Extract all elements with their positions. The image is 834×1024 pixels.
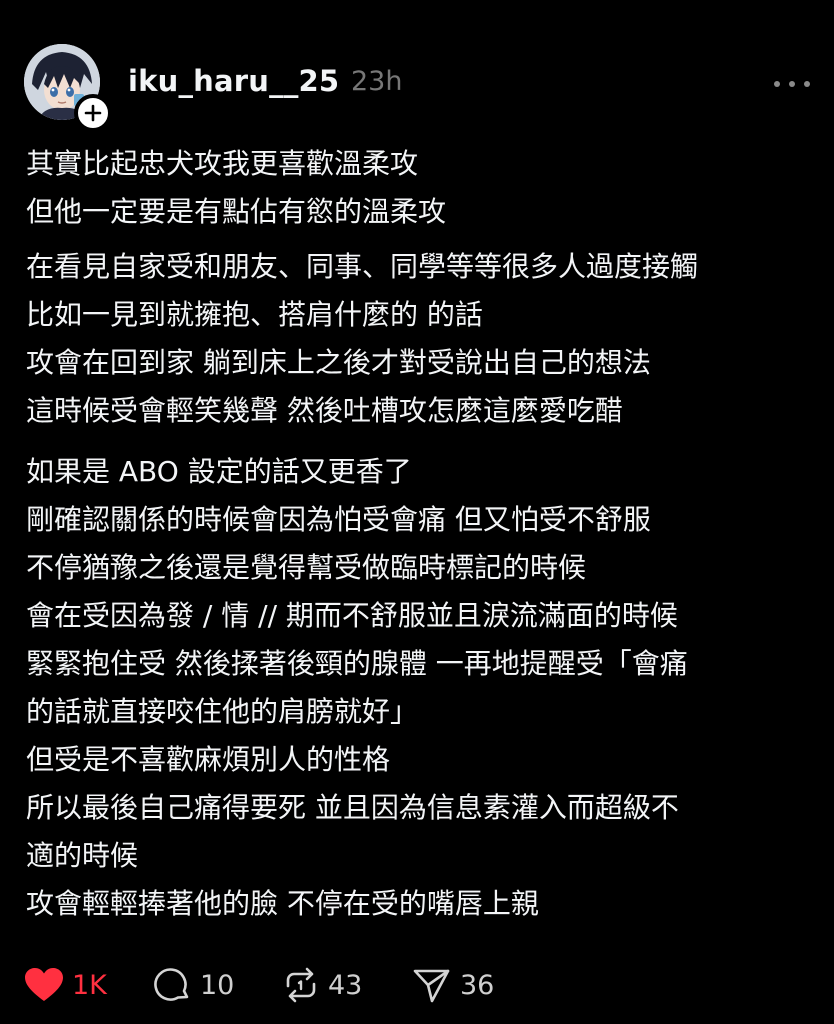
post-line: 攻會輕輕捧著他的臉 不停在受的嘴唇上親 [26, 887, 539, 920]
post-line: 不停猶豫之後還是覺得幫受做臨時標記的時候 [26, 551, 587, 584]
repost-icon [286, 967, 316, 1003]
heart-icon [25, 968, 63, 1001]
avatar-container[interactable] [24, 44, 112, 132]
post-line: 但受是不喜歡麻煩別人的性格 [26, 743, 391, 776]
post-line: 緊緊抱住受 然後揉著後頸的腺體 一再地提醒受「會痛 [26, 647, 688, 680]
thread-post: iku_haru__25 23h 其實比起忠犬攻我更喜歡溫柔攻 但他一定要是有點… [0, 0, 834, 1024]
post-line: 的話就直接咬住他的肩膀就好」 [26, 695, 419, 728]
reply-count: 10 [200, 969, 235, 1001]
share-count: 36 [460, 969, 495, 1001]
follow-button[interactable] [74, 94, 112, 132]
reply-button[interactable]: 10 [154, 962, 234, 1008]
timestamp: 23h [351, 66, 403, 97]
post-header: iku_haru__25 23h [24, 44, 810, 132]
more-options-button[interactable] [774, 72, 810, 96]
post-line: 這時候受會輕笑幾聲 然後吐槽攻怎麼這麼愛吃醋 [26, 394, 623, 427]
username[interactable]: iku_haru__25 [128, 64, 339, 98]
share-button[interactable]: 36 [412, 962, 494, 1008]
action-bar: 1K 10 43 36 [24, 962, 624, 1008]
post-line: 如果是 ABO 設定的話又更香了 [26, 455, 412, 488]
send-icon [413, 969, 450, 1003]
repost-button[interactable]: 43 [282, 962, 362, 1008]
post-line: 所以最後自己痛得要死 並且因為信息素灌入而超級不 [26, 791, 679, 824]
post-line: 剛確認關係的時候會因為怕受會痛 但又怕受不舒服 [26, 503, 651, 536]
comment-icon [154, 968, 189, 1001]
more-horizontal-icon-dot [789, 81, 795, 87]
post-line: 在看見自家受和朋友、同事、同學等等很多人過度接觸 [26, 250, 699, 283]
more-horizontal-icon-dot [804, 81, 810, 87]
more-horizontal-icon [774, 81, 780, 87]
repost-count: 43 [328, 969, 363, 1001]
post-line: 比如一見到就擁抱、搭肩什麼的 的話 [26, 298, 483, 331]
post-line: 攻會在回到家 躺到床上之後才對受說出自己的想法 [26, 346, 651, 379]
post-line: 適的時候 [26, 839, 139, 872]
post-line: 其實比起忠犬攻我更喜歡溫柔攻 [26, 147, 419, 180]
post-line: 但他一定要是有點佔有慾的溫柔攻 [26, 195, 447, 228]
post-line: 會在受因為發 / 情 // 期而不舒服並且淚流滿面的時候 [26, 599, 678, 632]
post-body: 其實比起忠犬攻我更喜歡溫柔攻 但他一定要是有點佔有慾的溫柔攻 在看見自家受和朋友… [26, 140, 816, 928]
plus-icon [84, 104, 102, 122]
like-button[interactable]: 1K [24, 962, 107, 1008]
like-count: 1K [72, 969, 107, 1001]
